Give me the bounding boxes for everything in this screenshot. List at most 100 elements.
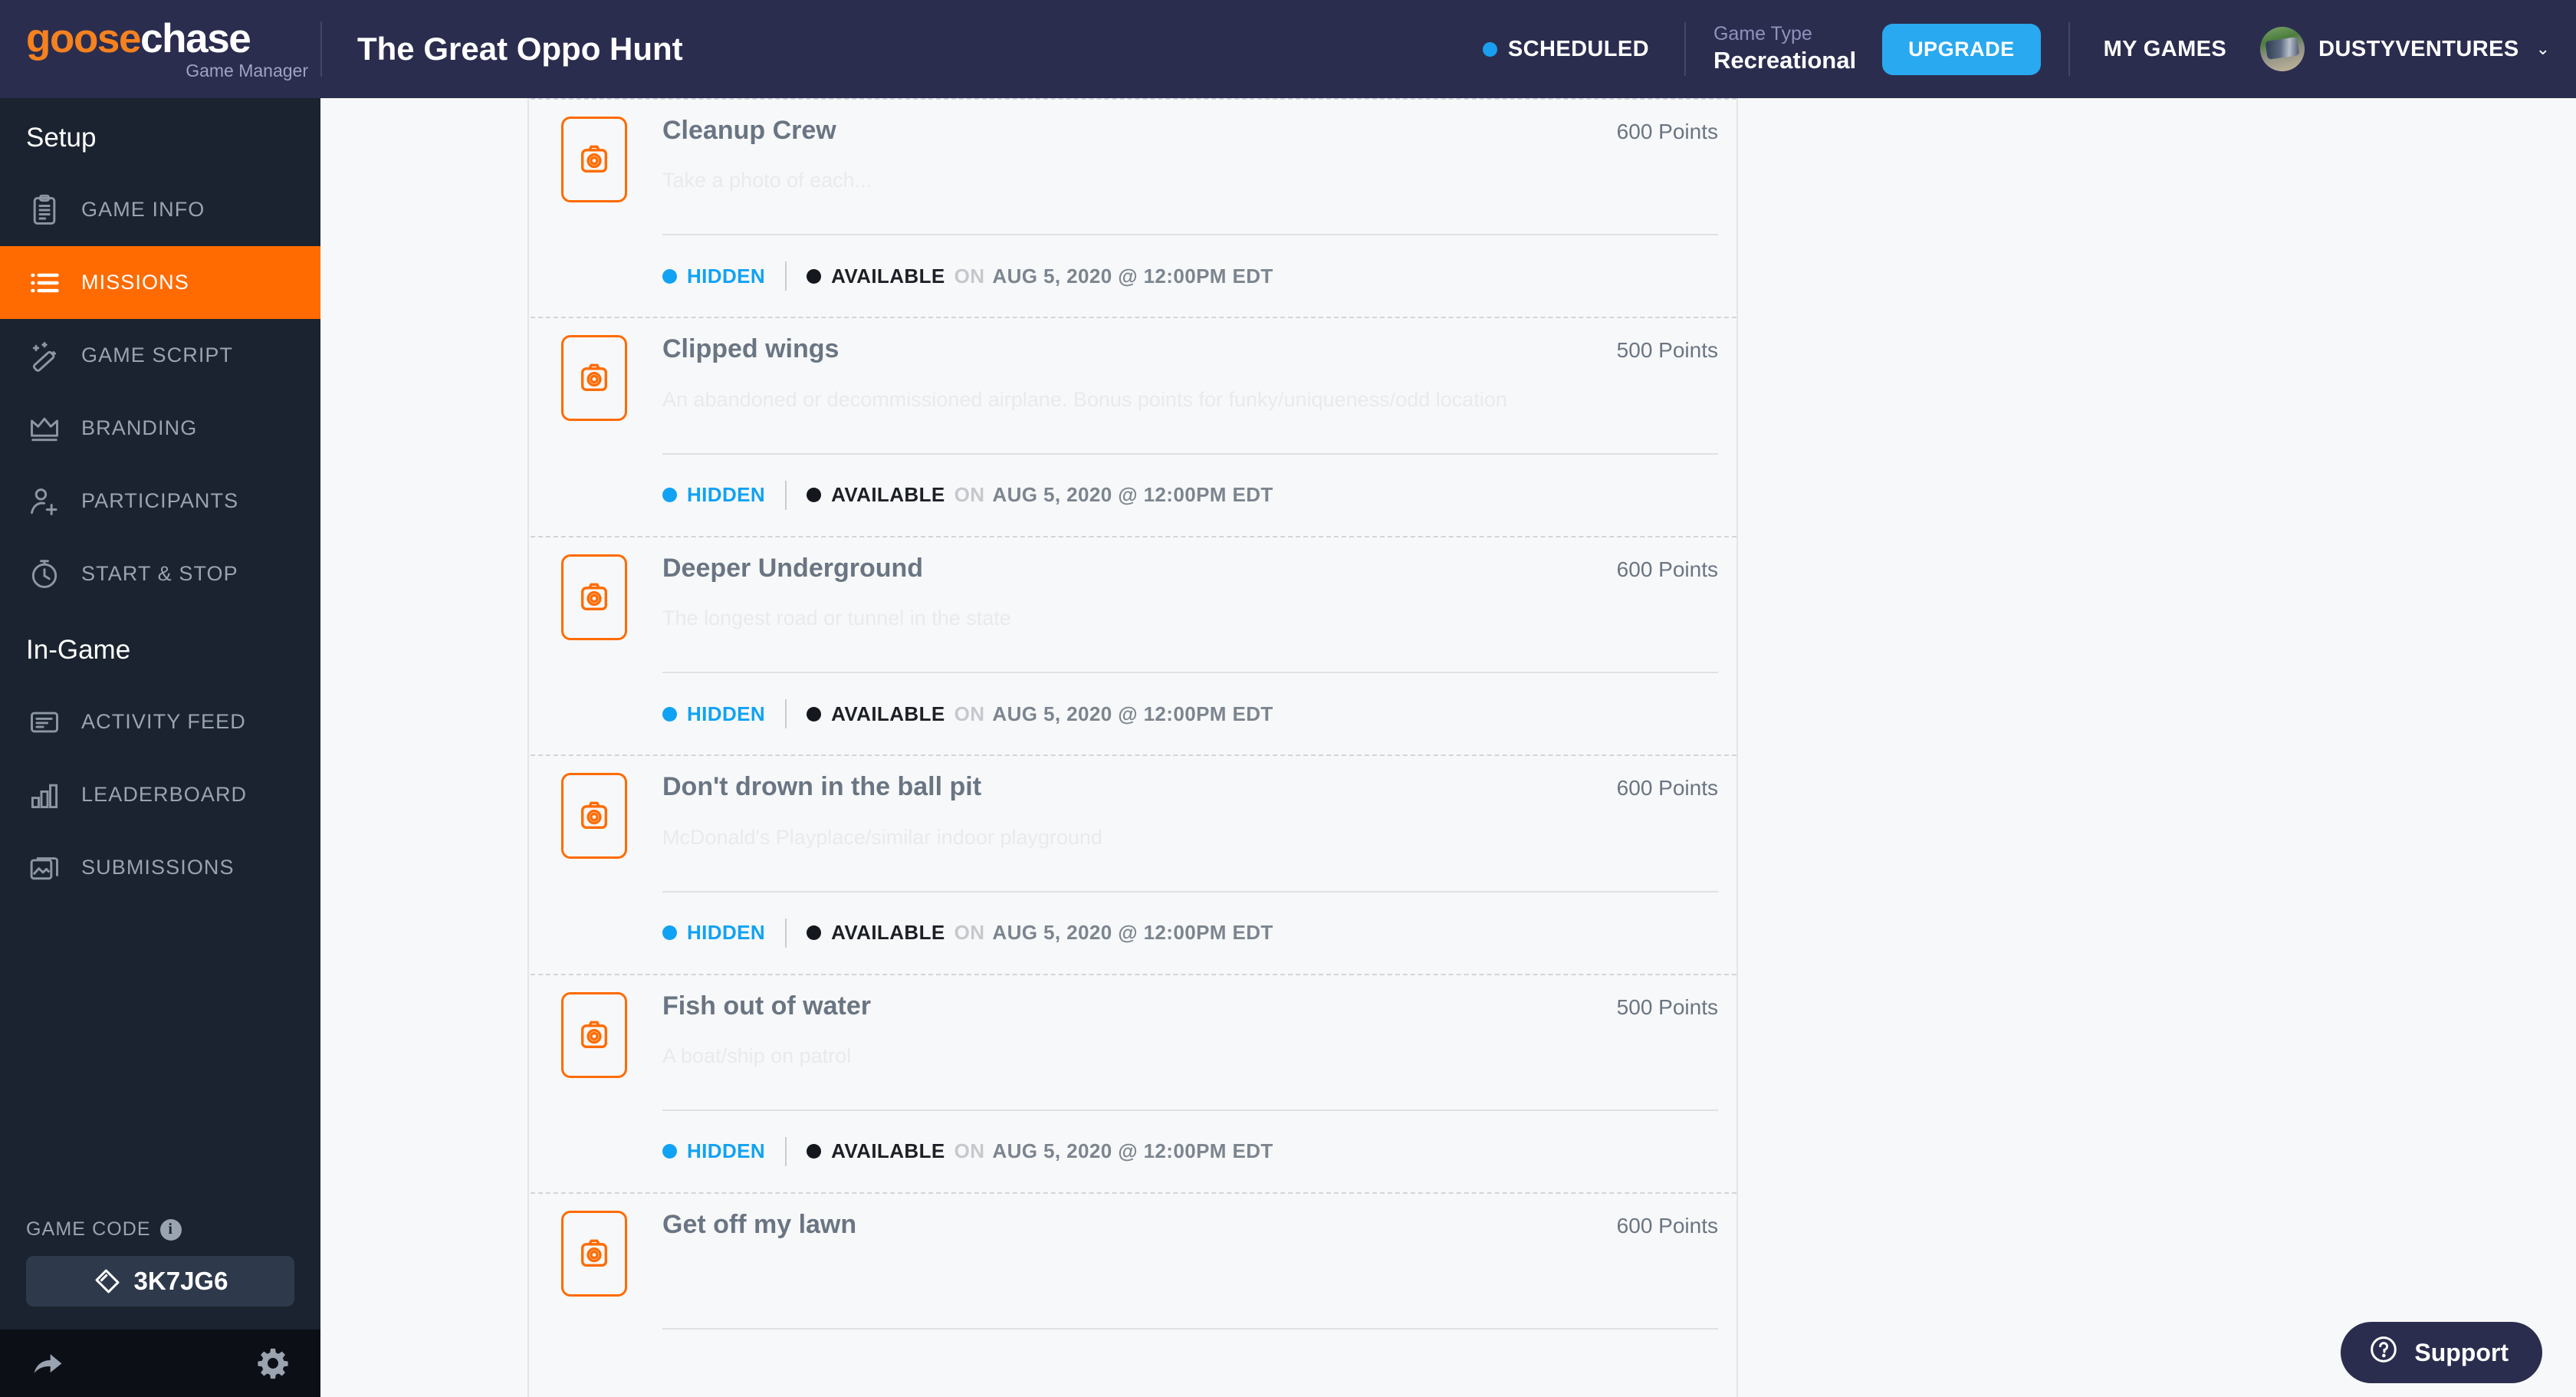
divider: [785, 261, 787, 291]
sidebar-item-branding[interactable]: BRANDING: [0, 392, 320, 465]
available-dot-icon: [807, 925, 822, 941]
sidebar-item-submissions[interactable]: SUBMISSIONS: [0, 831, 320, 904]
status-available-label: AVAILABLE: [831, 1139, 945, 1163]
chevron-down-icon: ⌄: [2535, 39, 2550, 58]
mission-type-tile[interactable]: [561, 117, 627, 202]
sidebar-item-missions[interactable]: MISSIONS: [0, 246, 320, 319]
magic-wand-icon: [28, 339, 61, 373]
mission-row[interactable]: Clipped wings 500 Points An abandoned or…: [531, 317, 1737, 536]
mission-type-tile[interactable]: [561, 773, 627, 860]
hidden-dot-icon: [662, 268, 677, 284]
brand-subtitle: Game Manager: [186, 61, 308, 81]
status-dot-icon: [1482, 41, 1497, 57]
status-on-label: ON: [954, 702, 985, 725]
gear-icon[interactable]: [256, 1346, 290, 1380]
my-games-link[interactable]: MY GAMES: [2070, 37, 2261, 62]
mission-type-tile[interactable]: [561, 1210, 627, 1297]
top-bar: goosechase Game Manager The Great Oppo H…: [0, 0, 2576, 98]
upgrade-button[interactable]: UPGRADE: [1882, 23, 2041, 75]
top-bar-right: SCHEDULED Game Type Recreational UPGRADE…: [1482, 0, 2576, 98]
mission-description: Take a photo of each...: [662, 169, 872, 192]
avatar: [2260, 27, 2305, 71]
goosechase-logo: goosechase: [26, 18, 320, 59]
sidebar-footer: [0, 1330, 320, 1397]
status-available-badge: AVAILABLE: [807, 265, 945, 288]
mission-points: 500 Points: [1616, 994, 1718, 1019]
camera-icon: [573, 1233, 615, 1274]
divider: [785, 918, 787, 948]
available-dot-icon: [807, 268, 822, 284]
mission-list: Cleanup Crew 600 Points Take a photo of …: [531, 98, 1738, 1397]
info-icon[interactable]: i: [159, 1218, 182, 1241]
user-name-label: DUSTYVENTURES: [2318, 36, 2519, 61]
app-root: goosechase Game Manager The Great Oppo H…: [0, 0, 2576, 1397]
sidebar-item-game-script[interactable]: GAME SCRIPT: [0, 319, 320, 392]
game-code-label-row: GAME CODE i: [26, 1218, 294, 1241]
mission-row[interactable]: Fish out of water 500 Points A boat/ship…: [531, 973, 1737, 1192]
sidebar-section-heading-setup: Setup: [26, 123, 97, 153]
mission-row[interactable]: Cleanup Crew 600 Points Take a photo of …: [531, 98, 1737, 317]
status-hidden-badge: HIDDEN: [662, 702, 765, 726]
page-title: The Great Oppo Hunt: [320, 21, 683, 77]
status-date: AUG 5, 2020 @ 12:00PM EDT: [992, 483, 1273, 507]
game-type-block: Game Type Recreational: [1686, 22, 1882, 76]
sidebar-item-label: PARTICIPANTS: [81, 489, 239, 512]
mission-row[interactable]: Get off my lawn 600 Points: [531, 1192, 1737, 1330]
mission-type-tile[interactable]: [561, 991, 627, 1078]
mission-points: 600 Points: [1616, 120, 1718, 143]
sidebar: Setup GAME INFO MISSIONS GAME SCRIPT BRA…: [0, 98, 320, 1397]
sidebar-item-activity-feed[interactable]: ACTIVITY FEED: [0, 685, 320, 758]
camera-icon: [573, 357, 615, 399]
mission-row[interactable]: Don't drown in the ball pit 600 Points M…: [531, 754, 1737, 974]
game-code-value: 3K7JG6: [133, 1267, 228, 1295]
sidebar-item-label: MISSIONS: [81, 271, 189, 294]
status-available-label: AVAILABLE: [831, 921, 945, 945]
question-circle-icon: [2368, 1334, 2399, 1371]
camera-icon: [573, 139, 615, 180]
mission-description: The longest road or tunnel in the state: [662, 606, 1011, 630]
status-available-badge: AVAILABLE: [807, 921, 945, 945]
status-hidden-label: HIDDEN: [687, 921, 766, 945]
mission-type-tile[interactable]: [561, 335, 627, 422]
mission-type-tile[interactable]: [561, 554, 627, 640]
status-date: AUG 5, 2020 @ 12:00PM EDT: [992, 702, 1273, 725]
status-hidden-label: HIDDEN: [687, 702, 766, 725]
divider: [662, 1328, 1718, 1330]
sidebar-item-start-stop[interactable]: START & STOP: [0, 537, 320, 610]
available-dot-icon: [807, 488, 822, 503]
brand-logo-block[interactable]: goosechase Game Manager: [0, 0, 320, 98]
bar-chart-icon: [28, 778, 61, 812]
game-type-value: Recreational: [1713, 47, 1857, 74]
left-gutter: [320, 98, 529, 1397]
mission-points: 600 Points: [1616, 557, 1718, 581]
list-icon: [28, 266, 61, 300]
mission-description: A boat/ship on patrol: [662, 1044, 852, 1067]
sidebar-item-leaderboard[interactable]: LEADERBOARD: [0, 758, 320, 831]
hidden-dot-icon: [662, 488, 677, 503]
sidebar-item-label: SUBMISSIONS: [81, 856, 235, 879]
mission-title: Don't drown in the ball pit: [662, 772, 982, 802]
status-hidden-badge: HIDDEN: [662, 921, 765, 945]
game-type-label: Game Type: [1713, 23, 1812, 44]
support-label: Support: [2414, 1338, 2509, 1366]
status-hidden-badge: HIDDEN: [662, 1139, 765, 1163]
mission-title: Deeper Underground: [662, 553, 924, 583]
game-code-value-button[interactable]: 3K7JG6: [26, 1256, 294, 1307]
support-button[interactable]: Support: [2341, 1322, 2542, 1383]
sidebar-item-game-info[interactable]: GAME INFO: [0, 173, 320, 246]
status-hidden-label: HIDDEN: [687, 264, 766, 288]
sidebar-item-participants[interactable]: PARTICIPANTS: [0, 465, 320, 537]
mission-status-row: HIDDEN AVAILABLE ON AUG 5, 2020 @ 12:00P…: [662, 455, 1718, 536]
logo-text-goose: goose: [26, 16, 141, 61]
status-on-label: ON: [954, 264, 985, 288]
share-arrow-icon[interactable]: [31, 1346, 64, 1380]
hidden-dot-icon: [662, 706, 677, 722]
user-menu[interactable]: DUSTYVENTURES ⌄: [2260, 27, 2550, 71]
status-available-badge: AVAILABLE: [807, 483, 945, 507]
camera-icon: [573, 795, 615, 837]
status-badge: SCHEDULED: [1482, 37, 1684, 62]
camera-icon: [573, 577, 615, 618]
mission-row[interactable]: Deeper Underground 600 Points The longes…: [531, 535, 1737, 755]
sidebar-item-label: START & STOP: [81, 562, 238, 585]
status-on-label: ON: [954, 921, 985, 945]
